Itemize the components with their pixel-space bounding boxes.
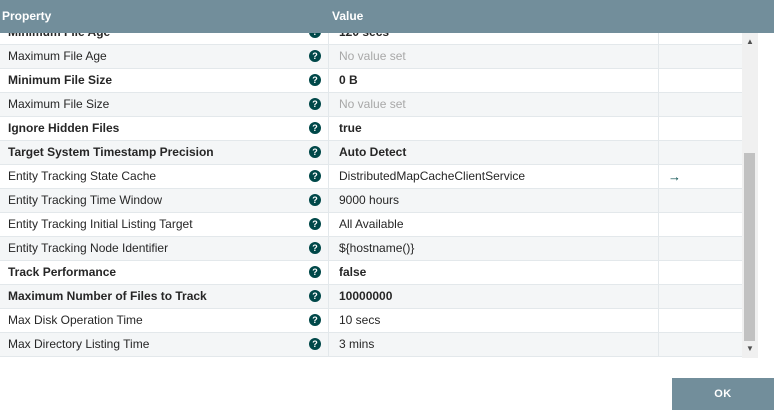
properties-rows: Minimum File Age?120 secsMaximum File Ag… xyxy=(0,21,742,357)
table-row[interactable]: Track Performance? false xyxy=(0,261,742,285)
column-divider xyxy=(328,189,329,213)
column-divider xyxy=(658,309,659,333)
property-name: Ignore Hidden Files xyxy=(8,121,120,135)
table-row[interactable]: Entity Tracking Initial Listing Target? A… xyxy=(0,213,742,237)
column-divider xyxy=(658,261,659,285)
question-circle-icon[interactable]: ? xyxy=(309,266,321,278)
question-circle-icon[interactable]: ? xyxy=(309,170,321,182)
column-divider xyxy=(328,69,329,93)
question-circle-icon[interactable]: ? xyxy=(309,314,321,326)
grid-header: Property Value xyxy=(0,0,774,33)
property-value[interactable]: Auto Detect xyxy=(339,141,649,165)
property-name: Maximum File Age xyxy=(8,49,107,63)
column-divider xyxy=(658,45,659,69)
table-row[interactable]: Maximum Number of Files to Track? 1000000… xyxy=(0,285,742,309)
properties-grid: Minimum File Age?120 secsMaximum File Ag… xyxy=(0,0,742,358)
question-circle-icon[interactable]: ? xyxy=(309,194,321,206)
scroll-up-arrow-icon[interactable]: ▲ xyxy=(742,35,758,49)
property-value[interactable]: 10 secs xyxy=(339,309,649,333)
column-divider xyxy=(658,165,659,189)
property-name: Minimum File Size xyxy=(8,73,113,87)
property-value[interactable]: 9000 hours xyxy=(339,189,649,213)
property-name: Max Directory Listing Time xyxy=(8,337,150,351)
property-column-header[interactable]: Property xyxy=(2,0,51,33)
table-row[interactable]: Entity Tracking Node Identifier? ${hostna… xyxy=(0,237,742,261)
column-divider xyxy=(328,45,329,69)
property-name: Target System Timestamp Precision xyxy=(8,145,214,159)
question-circle-icon[interactable]: ? xyxy=(309,98,321,110)
property-value[interactable]: No value set xyxy=(339,93,649,117)
property-name: Entity Tracking Time Window xyxy=(8,193,163,207)
column-divider xyxy=(658,285,659,309)
column-divider xyxy=(658,333,659,357)
property-value[interactable]: No value set xyxy=(339,45,649,69)
property-value[interactable]: All Available xyxy=(339,213,649,237)
table-row[interactable]: Minimum File Size? 0 B xyxy=(0,69,742,93)
column-divider xyxy=(328,261,329,285)
table-row[interactable]: Max Disk Operation Time? 10 secs xyxy=(0,309,742,333)
property-name: Entity Tracking State Cache xyxy=(8,169,157,183)
property-name: Entity Tracking Initial Listing Target xyxy=(8,217,193,231)
go-to-service-arrow-icon[interactable]: → xyxy=(668,165,688,189)
question-circle-icon[interactable]: ? xyxy=(309,242,321,254)
ok-button[interactable]: OK xyxy=(672,378,774,410)
property-name: Entity Tracking Node Identifier xyxy=(8,241,169,255)
column-divider xyxy=(328,141,329,165)
column-divider xyxy=(658,69,659,93)
column-divider xyxy=(328,165,329,189)
question-circle-icon[interactable]: ? xyxy=(309,338,321,350)
column-divider xyxy=(658,237,659,261)
property-value[interactable]: 10000000 xyxy=(339,285,649,309)
table-row[interactable]: Entity Tracking Time Window? 9000 hours xyxy=(0,189,742,213)
property-value[interactable]: ${hostname()} xyxy=(339,237,649,261)
vertical-scrollbar[interactable]: ▲ ▼ xyxy=(742,33,758,358)
property-name: Maximum File Size xyxy=(8,97,110,111)
table-row[interactable]: Maximum File Age? No value set xyxy=(0,45,742,69)
property-value[interactable]: true xyxy=(339,117,649,141)
column-divider xyxy=(328,213,329,237)
column-divider xyxy=(658,189,659,213)
table-row[interactable]: Maximum File Size? No value set xyxy=(0,93,742,117)
column-divider xyxy=(658,93,659,117)
question-circle-icon[interactable]: ? xyxy=(309,74,321,86)
column-divider xyxy=(658,141,659,165)
property-name: Max Disk Operation Time xyxy=(8,313,143,327)
table-row[interactable]: Ignore Hidden Files? true xyxy=(0,117,742,141)
question-circle-icon[interactable]: ? xyxy=(309,146,321,158)
question-circle-icon[interactable]: ? xyxy=(309,218,321,230)
column-divider xyxy=(328,237,329,261)
property-name: Maximum Number of Files to Track xyxy=(8,289,207,303)
table-row[interactable]: Target System Timestamp Precision? Auto D… xyxy=(0,141,742,165)
question-circle-icon[interactable]: ? xyxy=(309,290,321,302)
table-row[interactable]: Max Directory Listing Time? 3 mins xyxy=(0,333,742,357)
question-circle-icon[interactable]: ? xyxy=(309,50,321,62)
scroll-down-arrow-icon[interactable]: ▼ xyxy=(742,342,758,356)
scrollbar-thumb[interactable] xyxy=(744,153,755,341)
value-column-header[interactable]: Value xyxy=(332,0,363,33)
property-value[interactable]: false xyxy=(339,261,649,285)
column-divider xyxy=(328,285,329,309)
property-value[interactable]: 3 mins xyxy=(339,333,649,357)
property-value[interactable]: 0 B xyxy=(339,69,649,93)
column-divider xyxy=(328,333,329,357)
column-divider xyxy=(328,117,329,141)
column-divider xyxy=(658,117,659,141)
column-divider xyxy=(328,309,329,333)
table-row[interactable]: Entity Tracking State Cache? DistributedM… xyxy=(0,165,742,189)
property-name: Track Performance xyxy=(8,265,117,279)
column-divider xyxy=(658,213,659,237)
column-divider xyxy=(328,93,329,117)
property-value[interactable]: DistributedMapCacheClientService xyxy=(339,165,649,189)
question-circle-icon[interactable]: ? xyxy=(309,122,321,134)
